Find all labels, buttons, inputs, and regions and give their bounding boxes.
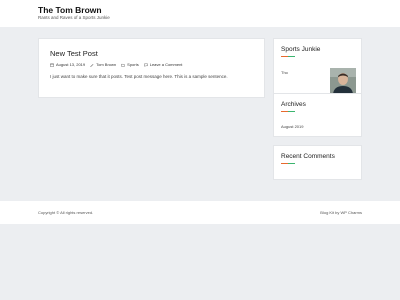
post-date-label: August 13, 2019 — [56, 62, 86, 67]
widget-recent-comments: Recent Comments — [273, 145, 362, 180]
widget-title-sports: Sports Junkie — [281, 46, 321, 53]
widget-underline — [281, 111, 295, 112]
post-title[interactable]: New Test Post — [50, 49, 98, 58]
calendar-icon — [50, 63, 54, 67]
post-meta: August 13, 2019 Tom Brown Sports Leave a… — [50, 62, 184, 67]
post-date[interactable]: August 13, 2019 — [50, 62, 85, 67]
site-header: The Tom Brown Rants and Raves of a Sport… — [0, 0, 400, 27]
post-excerpt: I just want to make sure that it posts. … — [50, 74, 228, 79]
comment-icon — [143, 63, 148, 67]
sports-text: Tho — [281, 70, 288, 75]
post-category[interactable]: Sports — [121, 62, 139, 67]
widget-title-archives: Archives — [281, 101, 306, 108]
post-comment-link[interactable]: Leave a Comment — [143, 62, 183, 67]
avatar — [330, 68, 356, 94]
widget-underline — [281, 163, 295, 164]
archive-link[interactable]: August 2019 — [281, 124, 303, 129]
post-author[interactable]: Tom Brown — [90, 62, 116, 67]
widget-sports-junkie: Sports Junkie Tho — [273, 38, 362, 94]
post-category-label: Sports — [127, 62, 139, 67]
widget-underline — [281, 56, 295, 57]
site-tagline: Rants and Raves of a Sports Junkie — [38, 15, 110, 20]
post-card: New Test Post August 13, 2019 Tom Brown … — [38, 38, 265, 98]
post-author-label: Tom Brown — [96, 62, 117, 67]
widget-title-recent-comments: Recent Comments — [281, 153, 335, 160]
footer-credit-link[interactable]: Blog Kit by WP Charms — [320, 210, 362, 215]
site-title[interactable]: The Tom Brown — [38, 5, 102, 15]
avatar-photo — [330, 68, 356, 94]
site-footer: Copyright © All rights reserved. Blog Ki… — [0, 201, 400, 224]
widget-archives: Archives August 2019 — [273, 93, 362, 137]
folder-icon — [121, 63, 125, 67]
post-comment-label: Leave a Comment — [149, 62, 183, 67]
pencil-icon — [90, 63, 94, 67]
footer-copyright: Copyright © All rights reserved. — [38, 210, 94, 215]
